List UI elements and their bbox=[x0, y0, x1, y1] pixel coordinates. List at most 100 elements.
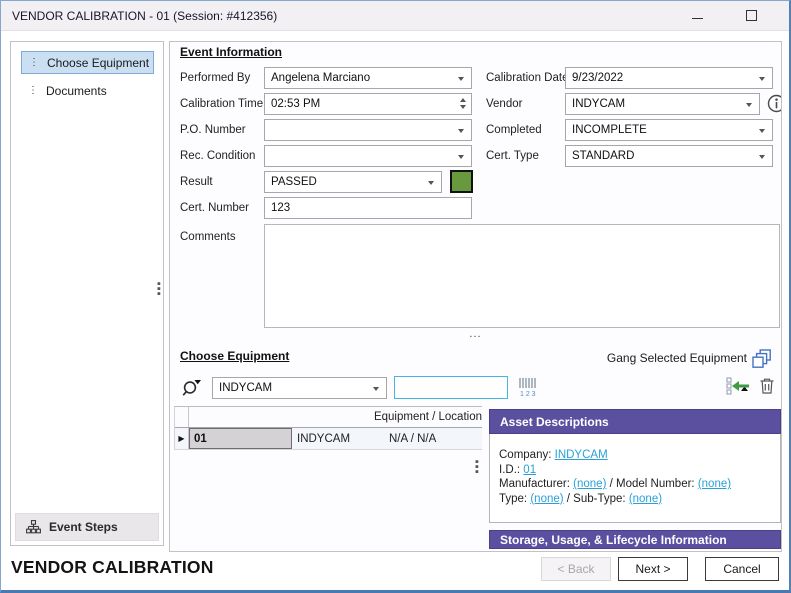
sidebar-item-documents[interactable]: ⋮ Documents bbox=[21, 79, 154, 102]
equipment-filter-value: INDYCAM bbox=[219, 382, 272, 394]
delete-icon[interactable] bbox=[759, 377, 775, 395]
grip-dots-icon: ⋮ bbox=[28, 85, 37, 96]
po-number-label: P.O. Number bbox=[180, 119, 246, 141]
panel-splitter-grip[interactable]: ▪▪▪ bbox=[157, 282, 161, 297]
chevron-down-icon bbox=[759, 155, 765, 159]
svg-text:1 2 3: 1 2 3 bbox=[520, 391, 536, 398]
grip-dots-icon: ⋮ bbox=[29, 57, 38, 68]
gang-selected-equipment-label: Gang Selected Equipment bbox=[607, 351, 747, 365]
page-title: VENDOR CALIBRATION bbox=[11, 557, 214, 578]
calibration-date-value: 9/23/2022 bbox=[572, 72, 623, 84]
asset-descriptions-body: Company: INDYCAM I.D.: 01 Manufacturer: … bbox=[489, 434, 781, 523]
event-information-heading: Event Information bbox=[180, 45, 282, 59]
event-steps-button[interactable]: Event Steps bbox=[15, 513, 159, 541]
manufacturer-label: Manufacturer: bbox=[499, 478, 570, 490]
chevron-down-icon bbox=[428, 181, 434, 185]
vendor-label: Vendor bbox=[486, 93, 522, 115]
row-location-cell[interactable]: N/A / N/A bbox=[377, 428, 482, 449]
minimize-button[interactable] bbox=[677, 1, 717, 30]
sidebar-item-label: Choose Equipment bbox=[47, 56, 149, 70]
result-status-color-swatch bbox=[450, 170, 473, 193]
result-combo[interactable]: PASSED bbox=[264, 171, 442, 193]
chevron-down-icon bbox=[746, 103, 752, 107]
asset-type-line: Type: (none) / Sub-Type: (none) bbox=[499, 492, 771, 507]
po-number-combo[interactable] bbox=[264, 119, 472, 141]
search-icon[interactable] bbox=[180, 376, 203, 399]
minimize-icon bbox=[692, 18, 703, 19]
chevron-down-icon bbox=[458, 155, 464, 159]
vendor-calibration-dialog: VENDOR CALIBRATION - 01 (Session: #41235… bbox=[0, 0, 791, 593]
cert-type-value: STANDARD bbox=[572, 150, 634, 162]
table-asset-splitter-grip[interactable]: ▪▪▪ bbox=[475, 460, 479, 475]
chevron-down-icon bbox=[759, 129, 765, 133]
sidebar-item-choose-equipment[interactable]: ⋮ Choose Equipment bbox=[21, 51, 154, 74]
cert-type-combo[interactable]: STANDARD bbox=[565, 145, 773, 167]
chevron-down-icon bbox=[458, 129, 464, 133]
result-label: Result bbox=[180, 171, 213, 193]
steps-sidebar: ⋮ Choose Equipment ⋮ Documents bbox=[10, 41, 164, 546]
id-label: I.D.: bbox=[499, 464, 520, 476]
vendor-info-icon[interactable] bbox=[767, 94, 782, 113]
completed-combo[interactable]: INCOMPLETE bbox=[565, 119, 773, 141]
maximize-icon bbox=[746, 10, 757, 21]
asset-descriptions-panel: Asset Descriptions Company: INDYCAM I.D.… bbox=[489, 409, 781, 523]
equipment-filter-combo[interactable]: INDYCAM bbox=[212, 377, 387, 399]
sidebar-item-label: Documents bbox=[46, 84, 107, 98]
choose-equipment-heading: Choose Equipment bbox=[180, 349, 289, 363]
org-chart-icon bbox=[26, 520, 41, 534]
row-id-cell[interactable]: 01 bbox=[189, 428, 292, 449]
rec-condition-label: Rec. Condition bbox=[180, 145, 255, 167]
grid-import-icon[interactable] bbox=[726, 375, 752, 397]
subtype-link[interactable]: (none) bbox=[629, 493, 662, 505]
event-steps-label: Event Steps bbox=[49, 520, 118, 534]
horizontal-splitter-handle[interactable]: ... bbox=[170, 329, 781, 339]
chevron-down-icon bbox=[759, 77, 765, 81]
type-link[interactable]: (none) bbox=[530, 493, 563, 505]
manufacturer-link[interactable]: (none) bbox=[573, 478, 606, 490]
id-link[interactable]: 01 bbox=[523, 464, 536, 476]
vendor-combo[interactable]: INDYCAM bbox=[565, 93, 760, 115]
rec-condition-combo[interactable] bbox=[264, 145, 472, 167]
cancel-button[interactable]: Cancel bbox=[705, 557, 779, 581]
performed-by-label: Performed By bbox=[180, 67, 250, 89]
asset-company-line: Company: INDYCAM bbox=[499, 448, 771, 463]
calibration-date-combo[interactable]: 9/23/2022 bbox=[565, 67, 773, 89]
cert-type-label: Cert. Type bbox=[486, 145, 539, 167]
calibration-date-label: Calibration Date bbox=[486, 67, 568, 89]
next-button[interactable]: Next > bbox=[618, 557, 688, 581]
back-button[interactable]: < Back bbox=[541, 557, 611, 581]
table-row[interactable]: ▶ 01 INDYCAM N/A / N/A bbox=[175, 428, 482, 450]
performed-by-combo[interactable]: Angelena Marciano bbox=[264, 67, 472, 89]
asset-descriptions-header: Asset Descriptions bbox=[489, 409, 781, 434]
asset-manufacturer-line: Manufacturer: (none) / Model Number: (no… bbox=[499, 477, 771, 492]
equipment-table-header: Equipment / Location bbox=[175, 407, 482, 428]
row-name-cell[interactable]: INDYCAM bbox=[292, 428, 377, 449]
comments-textarea[interactable] bbox=[264, 224, 780, 328]
cert-number-field[interactable]: 123 bbox=[264, 197, 472, 219]
subtype-label: / Sub-Type: bbox=[567, 493, 626, 505]
title-bar: VENDOR CALIBRATION - 01 (Session: #41235… bbox=[1, 1, 789, 31]
equipment-table: Equipment / Location ▶ 01 INDYCAM N/A / … bbox=[174, 406, 482, 450]
result-value: PASSED bbox=[271, 176, 317, 188]
cert-number-value: 123 bbox=[271, 202, 290, 214]
chevron-down-icon bbox=[458, 77, 464, 81]
spinner-arrows-icon[interactable] bbox=[460, 98, 466, 109]
id-column-header[interactable] bbox=[189, 407, 290, 427]
window-title: VENDOR CALIBRATION - 01 (Session: #41235… bbox=[12, 9, 277, 23]
barcode-scan-icon[interactable]: 1 2 3 bbox=[517, 376, 541, 398]
completed-value: INCOMPLETE bbox=[572, 124, 647, 136]
comments-label: Comments bbox=[180, 226, 236, 248]
vendor-value: INDYCAM bbox=[572, 98, 625, 110]
model-number-link[interactable]: (none) bbox=[698, 478, 731, 490]
equipment-scan-input[interactable] bbox=[394, 376, 508, 399]
calibration-time-spinner[interactable]: 02:53 PM bbox=[264, 93, 472, 115]
gang-copy-icon[interactable] bbox=[752, 349, 772, 369]
equipment-location-column-header[interactable]: Equipment / Location bbox=[374, 407, 482, 427]
maximize-button[interactable] bbox=[731, 1, 771, 30]
completed-label: Completed bbox=[486, 119, 542, 141]
company-link[interactable]: INDYCAM bbox=[555, 449, 608, 461]
main-panel: Event Information Performed By Angelena … bbox=[169, 41, 782, 552]
chevron-down-icon bbox=[373, 387, 379, 391]
storage-usage-lifecycle-header: Storage, Usage, & Lifecycle Information bbox=[489, 530, 781, 549]
name-column-header[interactable] bbox=[290, 407, 374, 427]
